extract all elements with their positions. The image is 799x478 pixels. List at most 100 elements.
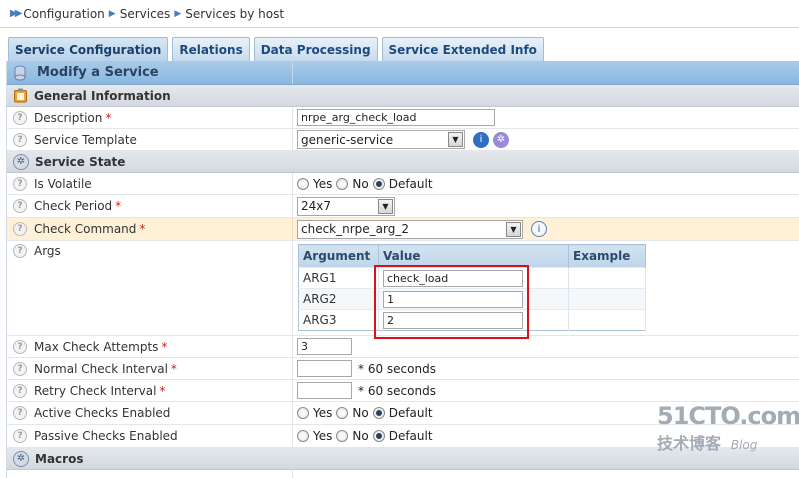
- field-label: Passive Checks Enabled: [34, 429, 178, 443]
- retry-check-interval-input[interactable]: [297, 382, 352, 399]
- dropdown-arrow-icon[interactable]: ▼: [378, 198, 393, 214]
- help-icon[interactable]: ?: [13, 339, 27, 354]
- description-input[interactable]: [297, 109, 495, 126]
- radio-button[interactable]: [336, 407, 349, 419]
- gear-icon: ✲: [13, 153, 29, 170]
- field-label: Service Template: [34, 132, 137, 147]
- service-template-select[interactable]: generic-service ▼: [297, 130, 465, 149]
- radio-button-selected[interactable]: [372, 177, 385, 190]
- radio-button[interactable]: [297, 177, 309, 190]
- field-label: Check Command: [34, 222, 137, 236]
- unit-label: * 60 seconds: [358, 361, 436, 376]
- watermark-text: Blog: [730, 438, 758, 452]
- check-period-select[interactable]: 24x7 ▼: [297, 196, 395, 216]
- row-is-volatile: ? Is Volatile Yes No Default: [7, 173, 799, 195]
- check-command-select[interactable]: check_nrpe_arg_2 ▼: [297, 219, 523, 239]
- required-marker: *: [170, 361, 177, 376]
- database-icon: [14, 65, 26, 80]
- tab-relations[interactable]: Relations: [172, 37, 250, 61]
- chevron-right-icon: ▶: [108, 8, 116, 19]
- breadcrumb-configuration[interactable]: Configuration: [23, 7, 104, 21]
- help-icon[interactable]: ?: [13, 132, 27, 147]
- help-icon[interactable]: ?: [13, 429, 27, 443]
- normal-check-interval-input[interactable]: [297, 360, 352, 377]
- help-icon[interactable]: ?: [13, 406, 27, 420]
- watermark: 51CTO.com 技术博客 Blog: [657, 402, 799, 464]
- row-description: ? Description *: [7, 107, 799, 129]
- tab-service-configuration[interactable]: Service Configuration: [8, 37, 169, 61]
- breadcrumb: ▶▶ Configuration ▶ Services ▶ Services b…: [0, 0, 799, 28]
- watermark-text: 51CTO.com: [657, 402, 799, 430]
- radio-yes[interactable]: Yes: [297, 429, 332, 443]
- select-value: check_nrpe_arg_2: [301, 222, 409, 236]
- tab-bar: Service Configuration Relations Data Pro…: [8, 37, 548, 61]
- dropdown-arrow-icon[interactable]: ▼: [448, 132, 463, 147]
- help-icon[interactable]: ?: [13, 199, 27, 213]
- radio-yes[interactable]: Yes: [297, 177, 332, 191]
- watermark-text: 技术博客: [657, 434, 722, 453]
- required-marker: *: [115, 199, 122, 213]
- radio-yes[interactable]: Yes: [297, 406, 332, 420]
- field-label: Active Checks Enabled: [34, 406, 171, 420]
- tab-service-extended-info[interactable]: Service Extended Info: [381, 37, 544, 61]
- argument-cell: ARG1: [298, 267, 379, 289]
- dropdown-arrow-icon[interactable]: ▼: [506, 221, 521, 237]
- help-icon[interactable]: ?: [13, 383, 27, 398]
- select-value: generic-service: [301, 132, 394, 147]
- field-label: Max Check Attempts: [34, 339, 159, 354]
- radio-no[interactable]: No: [336, 406, 369, 420]
- select-value: 24x7: [301, 199, 332, 213]
- argument-cell: ARG3: [298, 309, 379, 331]
- radio-button[interactable]: [297, 407, 309, 419]
- radio-button-selected[interactable]: [372, 430, 385, 442]
- radio-default[interactable]: Default: [372, 406, 433, 420]
- radio-button[interactable]: [336, 177, 349, 190]
- argument-cell: ARG2: [298, 288, 379, 310]
- help-icon[interactable]: ?: [13, 222, 27, 236]
- annotation-highlight-box: [374, 265, 529, 339]
- tab-data-processing[interactable]: Data Processing: [253, 37, 378, 61]
- radio-default[interactable]: Default: [372, 429, 433, 443]
- breadcrumb-services[interactable]: Services: [120, 7, 171, 21]
- radio-button[interactable]: [336, 430, 349, 442]
- radio-no[interactable]: No: [336, 429, 369, 443]
- unit-label: * 60 seconds: [358, 383, 436, 398]
- chevron-right-icon: ▶: [174, 8, 182, 19]
- help-icon[interactable]: ?: [13, 110, 27, 125]
- form-header: Modify a Service: [7, 61, 799, 85]
- field-label: Check Period: [34, 199, 113, 213]
- radio-default[interactable]: Default: [372, 177, 433, 191]
- section-general-information: General Information: [7, 85, 799, 107]
- help-icon[interactable]: ?: [13, 176, 27, 191]
- info-icon[interactable]: i: [473, 131, 489, 148]
- max-check-attempts-input[interactable]: [297, 338, 352, 355]
- radio-no[interactable]: No: [336, 177, 369, 191]
- field-label: Retry Check Interval: [34, 383, 157, 398]
- field-label: Description: [34, 110, 103, 125]
- required-marker: *: [159, 383, 166, 398]
- row-normal-check-interval: ? Normal Check Interval * * 60 seconds: [7, 358, 799, 380]
- row-partial: [7, 470, 799, 478]
- field-label: Is Volatile: [34, 176, 92, 191]
- row-service-template: ? Service Template generic-service ▼ i ✲: [7, 129, 799, 151]
- section-title: General Information: [34, 88, 171, 103]
- radio-button[interactable]: [297, 430, 309, 442]
- double-chevron-icon: ▶▶: [10, 8, 23, 19]
- required-marker: *: [161, 339, 168, 354]
- breadcrumb-services-by-host[interactable]: Services by host: [185, 7, 284, 21]
- radio-button-selected[interactable]: [372, 407, 385, 419]
- row-max-check-attempts: ? Max Check Attempts *: [7, 336, 799, 358]
- info-icon[interactable]: i: [531, 221, 547, 237]
- gear-icon: ✲: [13, 450, 29, 467]
- help-icon[interactable]: ?: [13, 361, 27, 376]
- section-service-state: ✲ Service State: [7, 151, 799, 173]
- column-header: Argument: [298, 244, 379, 268]
- row-check-command: ? Check Command * check_nrpe_arg_2 ▼ i: [7, 218, 799, 241]
- gear-icon[interactable]: ✲: [493, 131, 509, 148]
- section-title: Service State: [35, 154, 126, 169]
- help-icon[interactable]: ?: [13, 244, 27, 258]
- required-marker: *: [139, 222, 146, 236]
- field-label: Normal Check Interval: [34, 361, 168, 376]
- required-marker: *: [105, 110, 112, 125]
- section-title: Macros: [35, 451, 84, 466]
